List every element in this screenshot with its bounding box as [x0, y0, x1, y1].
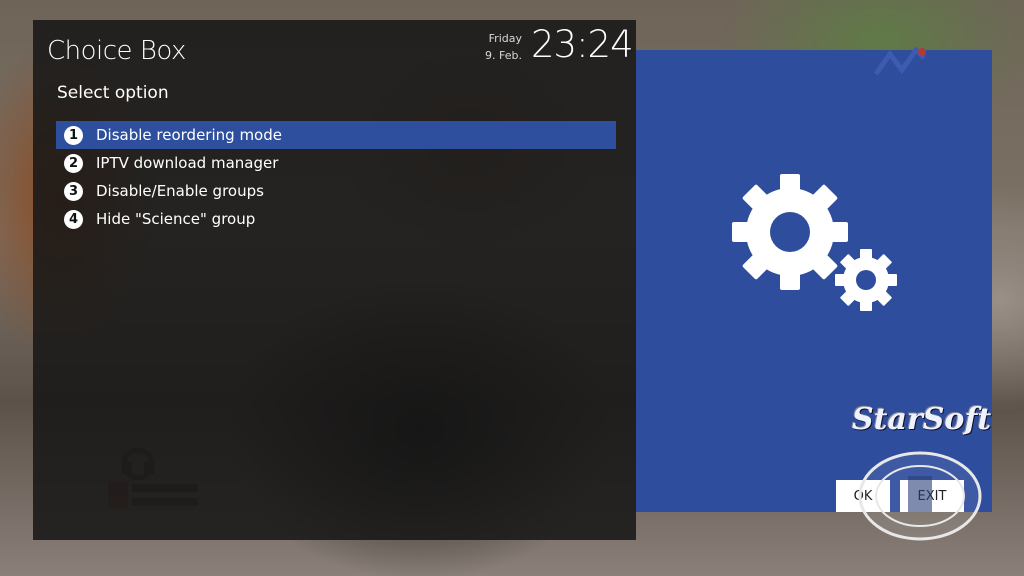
- number-4-icon: 4: [64, 209, 83, 229]
- option-label: Disable reordering mode: [96, 126, 282, 144]
- dialog-title: Choice Box: [47, 36, 186, 66]
- option-item-3[interactable]: 3 Disable/Enable groups: [56, 177, 616, 205]
- watermark-seal-icon: [856, 450, 984, 542]
- date-day: Friday: [488, 32, 522, 45]
- gears-icon: [730, 172, 902, 320]
- number-1-icon: 1: [64, 125, 83, 145]
- option-label: Hide "Science" group: [96, 210, 256, 228]
- number-3-icon: 3: [64, 181, 83, 201]
- date-date: 9. Feb.: [485, 49, 522, 62]
- tv-channel-logo-icon: [872, 44, 930, 88]
- option-item-4[interactable]: 4 Hide "Science" group: [56, 205, 616, 233]
- clock: 23:24: [531, 23, 634, 66]
- dialog-subtitle: Select option: [57, 83, 169, 103]
- option-item-1[interactable]: 1 Disable reordering mode: [56, 121, 616, 149]
- date-display: Friday 9. Feb.: [470, 30, 522, 64]
- option-label: IPTV download manager: [96, 154, 279, 172]
- option-item-2[interactable]: 2 IPTV download manager: [56, 149, 616, 177]
- number-2-icon: 2: [64, 153, 83, 173]
- starsoft-watermark: StarSoft: [852, 402, 992, 437]
- option-label: Disable/Enable groups: [96, 182, 264, 200]
- option-list: 1 Disable reordering mode 2 IPTV downloa…: [56, 121, 616, 233]
